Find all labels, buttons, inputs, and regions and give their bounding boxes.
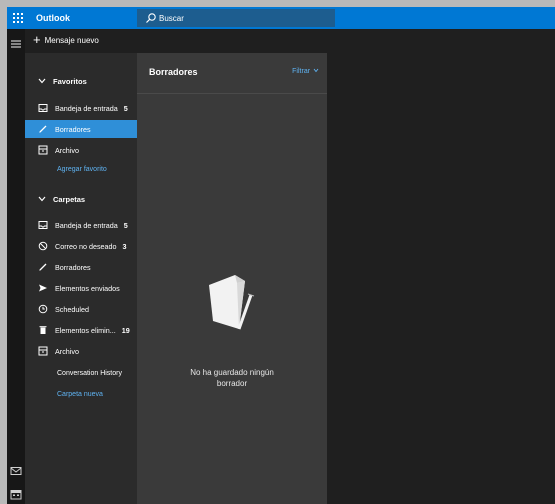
folder-item-conversation-history[interactable]: Conversation History — [57, 370, 122, 377]
message-list-title: Borradores — [149, 67, 198, 77]
favorite-item-drafts[interactable]: Borradores — [25, 120, 137, 138]
filter-button[interactable]: Filtrar — [292, 68, 319, 75]
search-icon — [145, 12, 157, 24]
new-message-label: Mensaje nuevo — [44, 35, 99, 45]
outlook-window: Outlook Buscar + Mensaje nuevo Favoritos… — [7, 7, 555, 504]
favorites-header[interactable]: Favoritos — [25, 72, 137, 90]
inbox-icon — [37, 219, 49, 231]
add-favorite-link[interactable]: Agregar favorito — [57, 166, 107, 173]
mail-icon[interactable] — [10, 466, 22, 476]
folder-item-label: Elementos elimin... — [55, 325, 116, 335]
folder-item-label: Archivo — [55, 346, 79, 356]
folders-header-label: Carpetas — [53, 194, 86, 204]
folder-item-label: Scheduled — [55, 304, 89, 314]
favorites-header-label: Favoritos — [53, 76, 87, 86]
command-bar: + Mensaje nuevo — [25, 29, 555, 53]
pencil-icon — [37, 261, 49, 273]
folder-item-label: Elementos enviados — [55, 283, 120, 293]
chevron-down-icon — [38, 78, 46, 84]
plus-icon: + — [33, 32, 41, 47]
favorite-item-archive[interactable]: Archivo — [25, 141, 137, 159]
app-title[interactable]: Outlook — [36, 13, 70, 23]
folder-pane: Favoritos Bandeja de entrada 5 Borradore… — [25, 53, 137, 504]
filter-label: Filtrar — [292, 68, 311, 75]
left-rail — [7, 29, 25, 504]
new-message-button[interactable]: + Mensaje nuevo — [33, 32, 99, 47]
favorite-item-inbox[interactable]: Bandeja de entrada 5 — [25, 99, 137, 117]
folder-item-label: Correo no deseado — [55, 241, 117, 251]
app-launcher-icon[interactable] — [11, 11, 25, 25]
reading-pane — [327, 53, 555, 504]
folder-item-sent[interactable]: Elementos enviados — [25, 279, 137, 297]
folder-item-scheduled[interactable]: Scheduled — [25, 300, 137, 318]
unread-count: 5 — [123, 220, 128, 230]
folder-item-drafts[interactable]: Borradores — [25, 258, 137, 276]
search-input[interactable]: Buscar — [159, 14, 184, 23]
top-bar: Outlook Buscar — [7, 7, 555, 29]
unread-count: 3 — [122, 241, 127, 251]
message-list-pane: Borradores Filtrar No ha guardado ningún… — [137, 53, 327, 504]
empty-state-line-1: No ha guardado ningún — [190, 368, 274, 377]
archive-icon — [37, 345, 49, 357]
folders-header[interactable]: Carpetas — [25, 190, 137, 208]
send-icon — [37, 282, 49, 294]
divider — [137, 93, 327, 94]
unread-count: 5 — [123, 103, 128, 113]
folder-item-inbox[interactable]: Bandeja de entrada 5 — [25, 216, 137, 234]
search-box[interactable]: Buscar — [137, 9, 335, 27]
favorite-item-label: Bandeja de entrada — [55, 103, 118, 113]
folder-item-label: Borradores — [55, 262, 91, 272]
favorite-item-label: Archivo — [55, 145, 79, 155]
folder-item-label: Bandeja de entrada — [55, 220, 118, 230]
pencil-icon — [37, 123, 49, 135]
favorite-item-label: Borradores — [55, 124, 91, 134]
clock-icon — [37, 303, 49, 315]
folder-item-deleted[interactable]: Elementos elimin... 19 — [25, 321, 137, 339]
hamburger-menu-icon[interactable] — [10, 39, 22, 49]
new-folder-link[interactable]: Carpeta nueva — [57, 391, 103, 398]
chevron-down-icon — [38, 196, 46, 202]
empty-drafts-illustration — [209, 275, 255, 330]
trash-icon — [37, 324, 49, 336]
chevron-down-icon — [313, 68, 319, 73]
folder-item-archive[interactable]: Archivo — [25, 342, 137, 360]
inbox-icon — [37, 102, 49, 114]
empty-state-line-2: borrador — [216, 379, 248, 388]
blocked-icon — [37, 240, 49, 252]
archive-icon — [37, 144, 49, 156]
unread-count: 19 — [121, 325, 130, 335]
folder-item-junk[interactable]: Correo no deseado 3 — [25, 237, 137, 255]
calendar-icon[interactable] — [10, 489, 22, 500]
empty-state-message: No ha guardado ningún borrador — [167, 367, 297, 389]
